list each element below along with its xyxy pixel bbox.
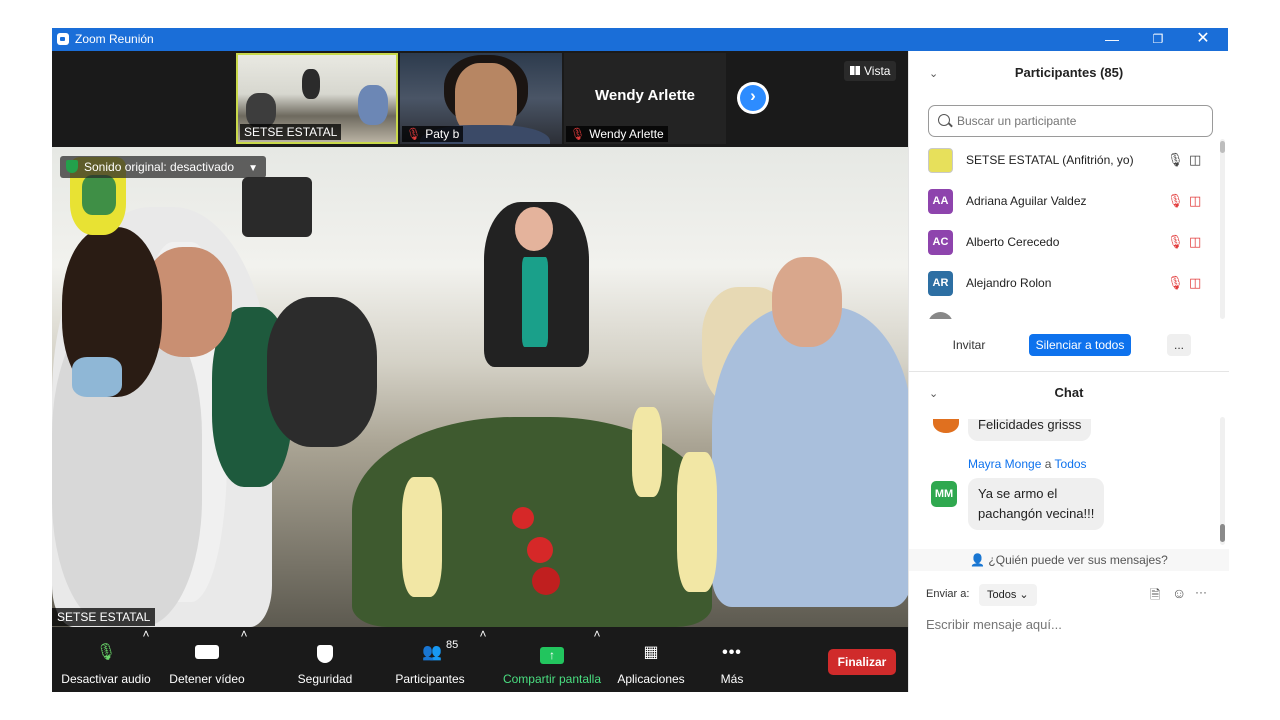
window-title: Zoom Reunión bbox=[75, 32, 154, 46]
end-meeting-button[interactable]: Finalizar bbox=[828, 649, 896, 675]
chat-input[interactable] bbox=[926, 614, 1216, 634]
chat-more-icon[interactable]: ··· bbox=[1195, 585, 1207, 599]
chat-scrollbar[interactable] bbox=[1220, 417, 1225, 545]
side-panel: ⌄ Participantes (85) SETSE ESTATAL (Anfi… bbox=[908, 51, 1229, 692]
view-button[interactable]: Vista bbox=[844, 61, 897, 81]
who-can-see-messages[interactable]: 👤 ¿Quién puede ver sus mensajes? bbox=[909, 549, 1229, 571]
chat-header: ⌄ Chat bbox=[929, 385, 1084, 400]
send-to-dropdown[interactable]: Todos ⌄ bbox=[979, 584, 1037, 606]
avatar: AC bbox=[928, 230, 953, 255]
mic-muted-icon[interactable]: 🎙 bbox=[1167, 234, 1184, 250]
thumbnail-setse-estatal[interactable]: SETSE ESTATAL bbox=[236, 53, 398, 144]
participants-header: ⌄ Participantes (85) bbox=[929, 65, 1124, 80]
send-to-row: Enviar a: Todos ⌄ 🗎 ☺ ··· bbox=[909, 583, 1229, 607]
avatar: AA bbox=[928, 189, 953, 214]
chevron-right-icon: › bbox=[750, 86, 756, 105]
apps-button[interactable]: ▦ Aplicaciones bbox=[612, 627, 690, 692]
search-icon bbox=[938, 114, 950, 126]
share-arrow-icon: ↑ bbox=[540, 647, 564, 664]
grid-icon bbox=[850, 66, 860, 75]
chat-bubble: Ya se armo el pachangón vecina!!! bbox=[968, 478, 1105, 530]
title-bar: Zoom Reunión — ❐ ✕ bbox=[52, 28, 1228, 51]
video-area: SETSE ESTATAL 🎙 Paty b Wendy Arlette 🎙 Wen… bbox=[52, 51, 908, 627]
participants-more-button[interactable]: ... bbox=[1167, 334, 1191, 356]
thumbnail-wendy-arlette[interactable]: Wendy Arlette 🎙 Wendy Arlette bbox=[564, 53, 726, 144]
mute-button[interactable]: 🎙 Desactivar audio bbox=[60, 627, 152, 692]
chevron-down-icon: ▼ bbox=[248, 163, 259, 174]
chevron-down-icon[interactable]: ⌄ bbox=[929, 67, 938, 80]
participant-list: SETSE ESTATAL (Anfitrión, yo) 🎙 ◫ AA Adr… bbox=[909, 141, 1229, 319]
audio-options-caret[interactable]: ˄ bbox=[141, 627, 151, 692]
participants-options-caret[interactable]: ˄ bbox=[478, 627, 488, 692]
mute-all-button[interactable]: Silenciar a todos bbox=[1029, 334, 1131, 356]
avatar: MM bbox=[931, 481, 957, 507]
thumbnail-paty-b[interactable]: 🎙 Paty b bbox=[400, 53, 562, 144]
next-page-button[interactable]: › bbox=[737, 82, 769, 114]
participant-search[interactable] bbox=[928, 105, 1213, 137]
mic-icon: 🎙 bbox=[95, 644, 117, 661]
share-screen-button[interactable]: ↑ Compartir pantalla bbox=[498, 627, 606, 692]
mic-muted-icon: 🎙 bbox=[570, 127, 586, 141]
file-icon[interactable]: 🗎 bbox=[1150, 586, 1160, 608]
zoom-app-icon bbox=[57, 33, 69, 45]
security-button[interactable]: Seguridad bbox=[288, 627, 362, 692]
ellipsis-icon: ••• bbox=[722, 644, 742, 661]
thumb-name: 🎙 Paty b bbox=[402, 126, 464, 142]
video-off-icon[interactable]: ◫ bbox=[1189, 234, 1201, 250]
divider bbox=[909, 371, 1229, 372]
avatar bbox=[928, 312, 953, 319]
chevron-down-icon[interactable]: ⌄ bbox=[929, 387, 938, 400]
apps-icon: ▦ bbox=[643, 644, 659, 661]
original-sound-indicator[interactable]: Sonido original: desactivado ▼ bbox=[60, 156, 267, 178]
restore-icon[interactable]: ❐ bbox=[1135, 28, 1181, 51]
invite-button[interactable]: Invitar bbox=[941, 334, 997, 356]
main-video-name: SETSE ESTATAL bbox=[52, 608, 156, 626]
close-icon[interactable]: ✕ bbox=[1180, 28, 1226, 51]
participants-count: 85 bbox=[446, 639, 459, 651]
participants-icon: 👥 bbox=[422, 644, 442, 661]
video-camera-icon bbox=[195, 645, 219, 659]
video-options-caret[interactable]: ˄ bbox=[239, 627, 249, 692]
participant-row[interactable]: AC Alberto Cerecedo 🎙 ◫ bbox=[909, 223, 1229, 264]
main-video: Sonido original: desactivado ▼ SETSE ESTA… bbox=[52, 147, 908, 627]
meeting-toolbar: 🎙 Desactivar audio ˄ Detener vídeo ˄ Seg… bbox=[52, 627, 908, 692]
zoom-window: Zoom Reunión — ❐ ✕ SETSE ESTATAL 🎙 Paty b… bbox=[52, 28, 1229, 692]
mic-muted-icon: 🎙 bbox=[406, 127, 422, 141]
thumb-name: 🎙 Wendy Arlette bbox=[566, 126, 668, 142]
participant-scrollbar[interactable] bbox=[1220, 139, 1225, 319]
chat-sender-line: Mayra Monge a Todos bbox=[968, 457, 1087, 471]
participant-row[interactable]: AR Alejandro Rolon 🎙 ◫ bbox=[909, 264, 1229, 305]
shield-check-icon bbox=[66, 160, 78, 173]
video-off-icon[interactable]: ◫ bbox=[1189, 193, 1201, 209]
video-camera-icon[interactable]: ◫ bbox=[1189, 152, 1201, 168]
thumb-name: SETSE ESTATAL bbox=[240, 124, 342, 140]
shield-icon bbox=[317, 645, 333, 663]
participant-row[interactable] bbox=[909, 305, 1229, 319]
stop-video-button[interactable]: Detener vídeo bbox=[164, 627, 250, 692]
chat-bubble: Felicidades grisss bbox=[968, 419, 1092, 441]
emoji-icon[interactable]: ☺ bbox=[1172, 585, 1186, 601]
mic-muted-icon[interactable]: 🎙 bbox=[1167, 193, 1184, 209]
avatar bbox=[928, 148, 953, 173]
more-button[interactable]: ••• Más bbox=[707, 627, 757, 692]
participant-row[interactable]: AA Adriana Aguilar Valdez 🎙 ◫ bbox=[909, 182, 1229, 223]
mic-muted-icon[interactable]: 🎙 bbox=[1167, 275, 1184, 291]
avatar: AR bbox=[928, 271, 953, 296]
mic-icon[interactable]: 🎙 bbox=[1167, 152, 1184, 168]
minimize-icon[interactable]: — bbox=[1089, 28, 1135, 51]
person-icon: 👤 bbox=[970, 553, 986, 567]
avatar bbox=[933, 419, 959, 433]
share-options-caret[interactable]: ˄ bbox=[592, 627, 602, 692]
search-input[interactable] bbox=[957, 112, 1207, 130]
chat-messages: Felicidades grisss Mayra Monge a Todos M… bbox=[909, 419, 1229, 545]
thumbnail-strip: SETSE ESTATAL 🎙 Paty b Wendy Arlette 🎙 Wen… bbox=[52, 51, 908, 147]
participant-row[interactable]: SETSE ESTATAL (Anfitrión, yo) 🎙 ◫ bbox=[909, 141, 1229, 182]
thumb-big-name: Wendy Arlette bbox=[594, 87, 696, 104]
video-off-icon[interactable]: ◫ bbox=[1189, 275, 1201, 291]
participants-button[interactable]: 👥 85 Participantes bbox=[388, 627, 472, 692]
